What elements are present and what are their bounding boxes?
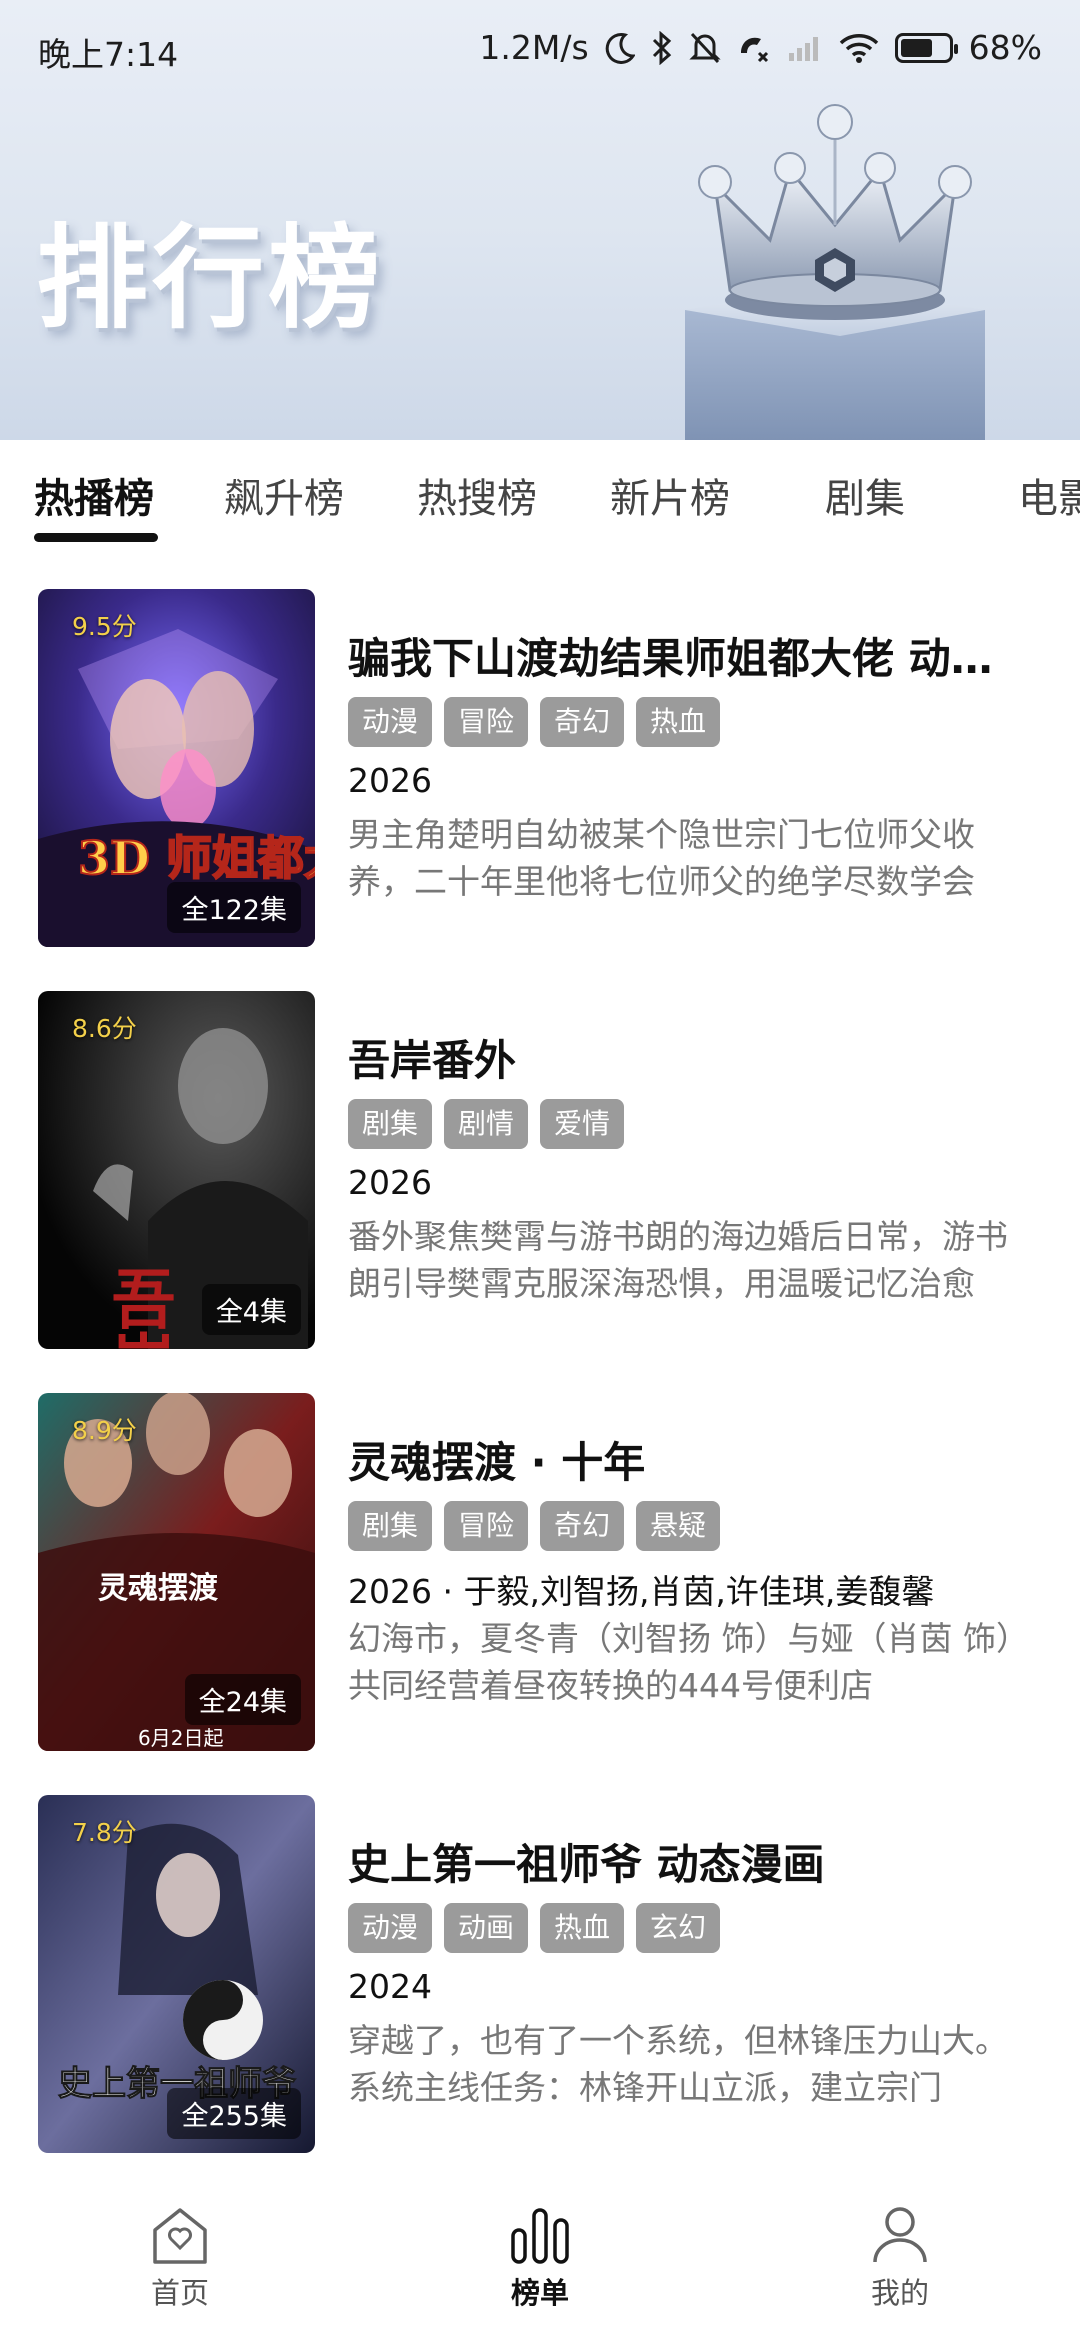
item-description: 番外聚焦樊霄与游书朗的海边婚后日常，游书朗引导樊霄克服深海恐惧，用温暖记忆治愈 bbox=[348, 1217, 1008, 1303]
nav-home-label: 首页 bbox=[150, 2276, 209, 2310]
episode-count: 全255集 bbox=[167, 2088, 301, 2139]
active-tab-indicator bbox=[34, 533, 158, 542]
genre-tag: 玄幻 bbox=[636, 1903, 721, 1953]
item-meta: 2026 bbox=[348, 761, 432, 800]
nav-profile[interactable]: 我的 bbox=[820, 2204, 980, 2312]
episode-count: 全122集 bbox=[167, 882, 301, 933]
genre-tag: 热血 bbox=[636, 697, 721, 747]
battery-fill bbox=[900, 38, 932, 57]
status-bar: 晚上7:14 1.2M/s 68% bbox=[0, 0, 1080, 96]
tag-list: 剧集 剧情 爱情 bbox=[348, 1099, 625, 1149]
poster-logo: 灵魂摆渡 bbox=[98, 1571, 219, 1606]
genre-tag: 动漫 bbox=[348, 697, 433, 747]
episode-count: 全24集 bbox=[184, 1674, 301, 1725]
nav-profile-label: 我的 bbox=[870, 2276, 929, 2310]
poster-release-note: 6月2日起 bbox=[138, 1726, 223, 1750]
rating-score: 9.5分 bbox=[72, 612, 137, 641]
tab-hot-search[interactable]: 热搜榜 bbox=[417, 466, 537, 524]
nav-ranking-label: 榜单 bbox=[510, 2276, 569, 2310]
tab-movie[interactable]: 电影 bbox=[1018, 466, 1080, 524]
wifi-icon bbox=[839, 33, 878, 63]
moon-icon bbox=[605, 32, 635, 64]
item-title[interactable]: 史上第一祖师爷 动态漫画 bbox=[348, 1831, 1028, 1892]
call-off-icon bbox=[740, 37, 768, 62]
tab-new-release[interactable]: 新片榜 bbox=[610, 466, 730, 524]
genre-tag: 冒险 bbox=[444, 697, 529, 747]
genre-tag: 剧情 bbox=[444, 1099, 529, 1149]
network-speed: 1.2M/s bbox=[479, 28, 589, 67]
item-description: 男主角楚明自幼被某个隐世宗门七位师父收养，二十年里他将七位师父的绝学尽数学会 bbox=[348, 815, 975, 901]
genre-tag: 悬疑 bbox=[636, 1501, 721, 1551]
poster-logo: 吾岸 bbox=[101, 1266, 176, 1349]
poster[interactable]: 史上第一祖师爷 7.8分 全255集 bbox=[38, 1795, 315, 2153]
genre-tag: 奇幻 bbox=[540, 697, 625, 747]
bluetooth-icon bbox=[652, 30, 671, 65]
ranking-item[interactable]: 3D 师姐都大佬 9.5分 全122集 骗我下山渡劫结果师姐都大佬 动态漫画 动… bbox=[0, 589, 1080, 949]
mute-bell-icon bbox=[689, 32, 721, 63]
tag-list: 动漫 动画 热血 玄幻 bbox=[348, 1903, 721, 1953]
genre-tag: 剧集 bbox=[348, 1501, 433, 1551]
crown-podium-icon bbox=[685, 104, 985, 440]
battery-percent: 68% bbox=[968, 28, 1042, 67]
genre-tag: 爱情 bbox=[540, 1099, 625, 1149]
ranking-item[interactable]: 灵魂摆渡 6月2日起 8.9分 全24集 灵魂摆渡 · 十年 剧集 冒险 奇幻 … bbox=[0, 1393, 1080, 1753]
genre-tag: 剧集 bbox=[348, 1099, 433, 1149]
tab-rising[interactable]: 飙升榜 bbox=[224, 466, 344, 524]
item-title[interactable]: 吾岸番外 bbox=[348, 1027, 1028, 1088]
category-tabs: 热播榜 飙升榜 热搜榜 新片榜 剧集 电影 bbox=[0, 440, 1080, 550]
genre-tag: 动画 bbox=[444, 1903, 529, 1953]
banner-title: 排行榜 bbox=[36, 214, 384, 344]
item-meta: 2024 bbox=[348, 1967, 432, 2006]
poster[interactable]: 3D 师姐都大佬 9.5分 全122集 bbox=[38, 589, 315, 947]
genre-tag: 热血 bbox=[540, 1903, 625, 1953]
rating-score: 8.6分 bbox=[72, 1014, 137, 1043]
item-description: 幻海市，夏冬青（刘智扬 饰）与娅（肖茵 饰）共同经营着昼夜转换的444号便利店 bbox=[348, 1619, 1013, 1705]
ranking-banner: 晚上7:14 1.2M/s 68% 排行榜 bbox=[0, 0, 1080, 440]
genre-tag: 冒险 bbox=[444, 1501, 529, 1551]
poster-logo: 3D 师姐都大佬 bbox=[78, 831, 315, 885]
genre-tag: 奇幻 bbox=[540, 1501, 625, 1551]
episode-count: 全4集 bbox=[201, 1284, 301, 1335]
ranking-item[interactable]: 史上第一祖师爷 7.8分 全255集 史上第一祖师爷 动态漫画 动漫 动画 热血… bbox=[0, 1795, 1080, 2155]
status-icons: 1.2M/s 68% bbox=[479, 28, 1042, 67]
item-meta: 2026 bbox=[348, 1163, 432, 1202]
tag-list: 剧集 冒险 奇幻 悬疑 bbox=[348, 1501, 721, 1551]
genre-tag: 动漫 bbox=[348, 1903, 433, 1953]
home-heart-icon bbox=[153, 2208, 207, 2264]
battery-icon bbox=[894, 32, 958, 63]
nav-ranking[interactable]: 榜单 bbox=[460, 2204, 620, 2312]
ranking-item[interactable]: 吾岸 8.6分 全4集 吾岸番外 剧集 剧情 爱情 2026 番外聚焦樊霄与游书… bbox=[0, 991, 1080, 1351]
tab-hot-play[interactable]: 热播榜 bbox=[34, 466, 154, 524]
poster[interactable]: 吾岸 8.6分 全4集 bbox=[38, 991, 315, 1349]
item-title[interactable]: 骗我下山渡劫结果师姐都大佬 动态漫画 bbox=[348, 625, 1028, 686]
nav-home[interactable]: 首页 bbox=[100, 2204, 260, 2312]
person-icon bbox=[873, 2207, 927, 2263]
chart-bars-icon bbox=[511, 2208, 569, 2264]
rating-score: 8.9分 bbox=[72, 1416, 137, 1445]
rating-score: 7.8分 bbox=[72, 1818, 137, 1847]
tab-series[interactable]: 剧集 bbox=[825, 466, 905, 524]
item-meta: 2026 · 于毅,刘智扬,肖茵,许佳琪,姜馥馨 bbox=[348, 1572, 935, 1611]
poster[interactable]: 灵魂摆渡 6月2日起 8.9分 全24集 bbox=[38, 1393, 315, 1751]
item-description: 穿越了，也有了一个系统，但林锋压力山大。系统主线任务：林锋开山立派，建立宗门 bbox=[348, 2021, 1008, 2107]
item-title[interactable]: 灵魂摆渡 · 十年 bbox=[348, 1429, 1028, 1490]
bottom-nav: 首页 榜单 我的 bbox=[0, 2180, 1080, 2340]
tag-list: 动漫 冒险 奇幻 热血 bbox=[348, 697, 721, 747]
status-time: 晚上7:14 bbox=[38, 35, 179, 74]
signal-icon bbox=[788, 36, 818, 61]
